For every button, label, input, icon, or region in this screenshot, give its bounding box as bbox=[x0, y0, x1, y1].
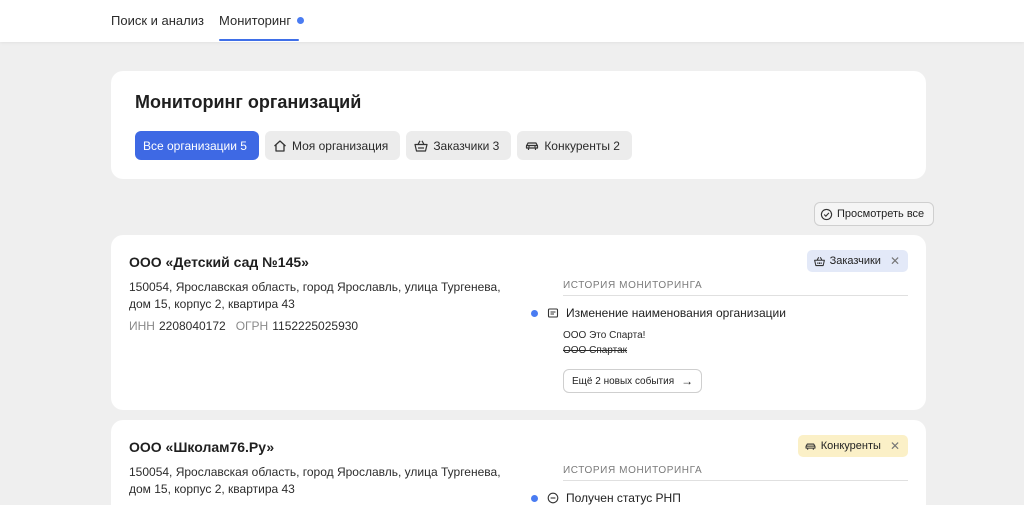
unread-dot bbox=[531, 309, 538, 317]
remove-tag-icon[interactable]: ✕ bbox=[890, 254, 900, 268]
organization-card[interactable]: ООО «Детский сад №145» 150054, Ярославск… bbox=[111, 235, 926, 410]
car-icon bbox=[805, 443, 816, 450]
monitoring-event: Изменение наименования организации bbox=[531, 306, 786, 320]
event-text: Изменение наименования организации bbox=[566, 306, 786, 320]
inn-value: 2208040172 bbox=[158, 319, 226, 333]
new-name-value: ООО Это Спарта! bbox=[563, 330, 646, 341]
customer-tag: Заказчики ✕ bbox=[806, 250, 908, 272]
organization-card[interactable]: ООО «Школам76.Ру» 150054, Ярославская об… bbox=[111, 420, 926, 505]
inn-label: ИНН bbox=[129, 319, 155, 333]
filter-label: Заказчики 3 bbox=[433, 138, 500, 153]
document-icon bbox=[547, 308, 559, 318]
monitoring-history-title: ИСТОРИЯ МОНИТОРИНГА bbox=[563, 280, 908, 296]
view-all-button[interactable]: Просмотреть все bbox=[814, 202, 935, 226]
old-name-value: ООО Спартак bbox=[563, 345, 628, 356]
filter-my-organization[interactable]: Моя организация bbox=[264, 131, 401, 160]
arrow-right-icon: → bbox=[681, 374, 694, 388]
tab-monitoring-label: Мониторинг bbox=[219, 13, 292, 28]
monitoring-header-card: Мониторинг организаций Все организации 5… bbox=[111, 71, 926, 179]
notification-dot bbox=[297, 17, 305, 24]
event-text: Получен статус РНП bbox=[566, 491, 681, 505]
basket-icon bbox=[813, 256, 825, 266]
unread-dot bbox=[531, 494, 538, 502]
organization-address: 150054, Ярославская область, город Яросл… bbox=[129, 465, 501, 496]
filter-label: Моя организация bbox=[291, 138, 389, 153]
monitoring-event: Получен статус РНП bbox=[531, 491, 681, 505]
filter-chips: Все организации 5 Моя организация Заказч… bbox=[135, 131, 632, 160]
view-all-label: Просмотреть все bbox=[837, 208, 925, 220]
filter-competitors[interactable]: Конкуренты 2 bbox=[517, 131, 632, 160]
ogrn-label: ОГРН bbox=[235, 319, 269, 333]
filter-all-organizations[interactable]: Все организации 5 bbox=[135, 131, 259, 160]
check-circle-icon bbox=[820, 208, 833, 220]
monitoring-history-title: ИСТОРИЯ МОНИТОРИНГА bbox=[563, 465, 908, 481]
organization-address: 150054, Ярославская область, город Яросл… bbox=[129, 280, 501, 311]
more-events-label: Ещё 2 новых события bbox=[572, 375, 675, 387]
filter-label: Конкуренты 2 bbox=[544, 138, 620, 153]
more-events-button[interactable]: Ещё 2 новых события → bbox=[563, 369, 703, 393]
top-navigation: Поиск и анализ Мониторинг bbox=[0, 0, 1024, 42]
organization-identifiers: ИНН 2208040172 ОГРН 1152225025930 bbox=[129, 319, 358, 333]
house-icon bbox=[274, 139, 286, 152]
filter-label: Все организации 5 bbox=[143, 138, 247, 153]
page-title: Мониторинг организаций bbox=[135, 92, 362, 112]
tag-label: Конкуренты bbox=[820, 440, 881, 452]
competitor-tag: Конкуренты ✕ bbox=[797, 435, 908, 457]
basket-icon bbox=[414, 140, 428, 152]
minus-circle-icon bbox=[547, 492, 559, 504]
organization-name[interactable]: ООО «Школам76.Ру» bbox=[129, 439, 274, 455]
organization-name[interactable]: ООО «Детский сад №145» bbox=[129, 254, 309, 270]
tag-label: Заказчики bbox=[829, 255, 881, 267]
tab-search-analysis[interactable]: Поиск и анализ bbox=[111, 13, 204, 28]
car-icon bbox=[526, 141, 539, 150]
active-tab-indicator bbox=[219, 39, 299, 41]
remove-tag-icon[interactable]: ✕ bbox=[890, 439, 900, 453]
tab-monitoring[interactable]: Мониторинг bbox=[219, 13, 305, 28]
ogrn-value: 1152225025930 bbox=[272, 319, 359, 333]
filter-customers[interactable]: Заказчики 3 bbox=[406, 131, 512, 160]
